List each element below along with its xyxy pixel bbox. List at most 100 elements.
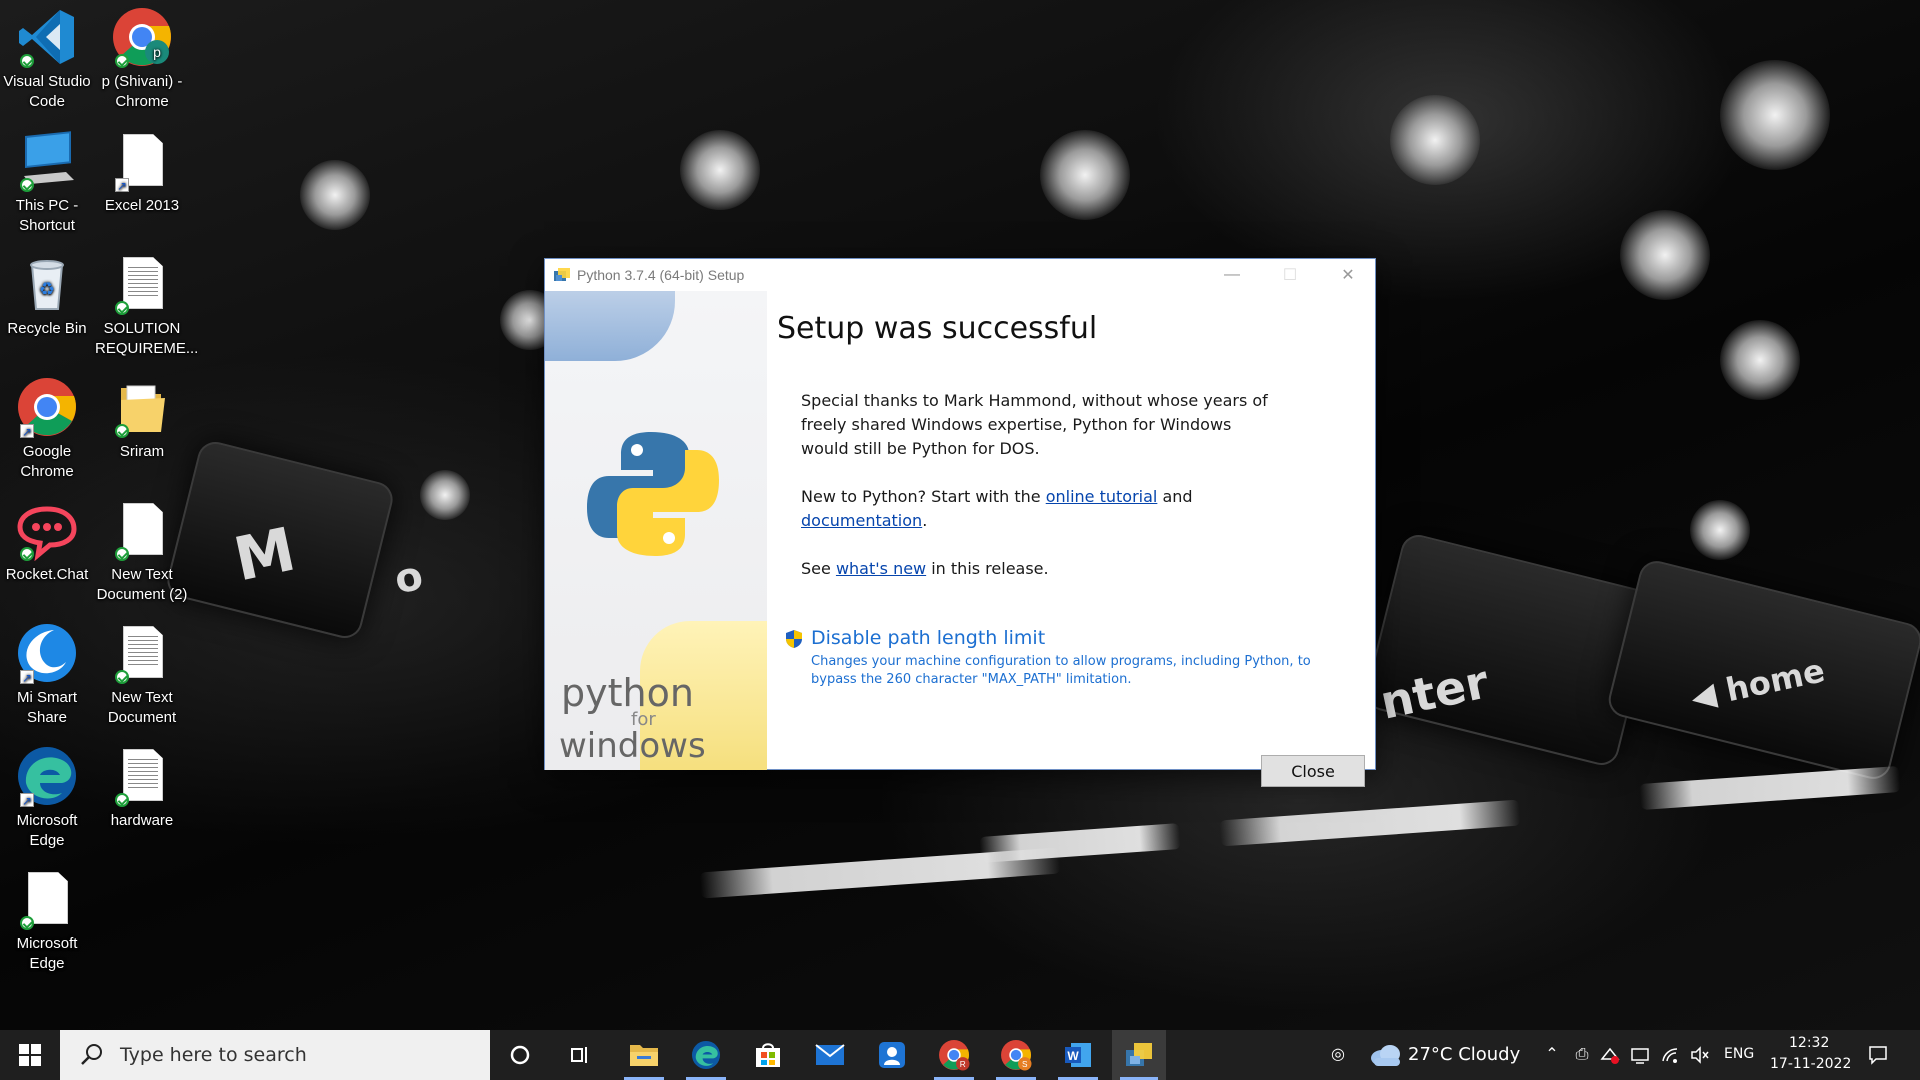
taskbar: Type here to search R S W ◎ 27°C Cloudy … [0,1030,1920,1080]
online-tutorial-link[interactable]: online tutorial [1046,487,1158,506]
disable-path-limit-link[interactable]: Disable path length limit [811,627,1045,649]
see-text: See [801,559,836,578]
desktop-icon-vscode[interactable]: Visual Studio Code [0,6,94,112]
sync-check-icon [20,547,34,561]
start-button[interactable] [0,1030,60,1080]
desktop-icon-excel-2013[interactable]: Excel 2013 [95,130,189,216]
notification-center-icon[interactable] [1868,1045,1888,1065]
wallpaper-enter-key [1362,531,1658,769]
clock-time[interactable]: 12:32 [1789,1035,1829,1051]
dialog-titlebar[interactable]: Python 3.7.4 (64-bit) Setup — ☐ ✕ [545,259,1375,291]
sync-check-icon [20,916,34,930]
desktop-icon-label: Google Chrome [20,443,74,480]
language-indicator[interactable]: ENG [1724,1046,1754,1062]
document-icon [111,130,173,196]
maximize-button: ☐ [1261,259,1319,291]
shortcut-arrow-icon [20,668,34,688]
document-icon [111,253,173,315]
desktop-icon-label: Recycle Bin [7,320,87,337]
word-icon: W [1065,1043,1091,1067]
close-window-button[interactable]: ✕ [1319,259,1377,291]
wallpaper-key-light [1690,500,1750,560]
whats-new-link[interactable]: what's new [836,559,926,578]
desktop-icon-mi-smart-share[interactable]: Mi Smart Share [0,622,94,728]
documentation-link[interactable]: documentation [801,511,922,530]
clock-date[interactable]: 17-11-2022 [1770,1056,1851,1072]
task-view-button[interactable] [552,1030,608,1080]
wifi-icon[interactable] [1660,1045,1680,1065]
sync-check-icon [115,54,129,68]
thanks-paragraph: Special thanks to Mark Hammond, without … [801,391,1268,458]
microsoft-store-icon [756,1043,780,1067]
edge-icon [691,1040,721,1070]
shortcut-arrow-icon [115,176,129,196]
desktop-icon-microsoft-edge[interactable]: Microsoft Edge [0,745,94,851]
display-icon[interactable] [1630,1045,1650,1065]
minimize-button[interactable]: — [1203,259,1261,291]
text-document-icon [111,745,173,807]
desktop-icon-label: Microsoft Edge [16,812,78,849]
close-button[interactable]: Close [1261,755,1365,787]
taskbar-microsoft-store[interactable] [740,1030,796,1080]
weather-cloud-icon[interactable] [1368,1042,1402,1068]
period-text: . [922,511,928,530]
desktop-icon-solution-requirements[interactable]: SOLUTION REQUIREME... [95,253,198,359]
desktop-icon-this-pc[interactable]: This PC - Shortcut [0,130,94,236]
dialog-side-banner: python for windows [545,291,767,770]
wallpaper-key-light [1040,130,1130,220]
desktop-icon-rocketchat[interactable]: Rocket.Chat [0,499,94,585]
svg-text:p: p [153,44,161,60]
wallpaper-key-light [680,130,760,210]
wallpaper-key-light [1720,60,1830,170]
volume-muted-icon[interactable] [1690,1045,1710,1065]
taskbar-edge[interactable] [678,1030,734,1080]
taskbar-people[interactable] [864,1030,920,1080]
desktop-icon-label: Microsoft Edge [16,935,78,972]
weather-text[interactable]: 27°C Cloudy [1408,1044,1520,1065]
file-explorer-icon [630,1045,658,1066]
maximize-icon: ☐ [1282,267,1298,284]
sync-check-icon [115,424,129,438]
cortana-circle-icon [510,1045,530,1065]
document-page-shape [123,503,163,555]
and-text: and [1157,487,1193,506]
desktop-icon-google-chrome[interactable]: Google Chrome [0,376,94,482]
wallpaper-key-light [1390,95,1480,185]
taskbar-chrome-profile-s[interactable]: S [988,1030,1044,1080]
taskbar-python-setup[interactable] [1112,1030,1166,1080]
desktop-icon-chrome-shivani[interactable]: p p (Shivani) - Chrome [95,6,189,112]
wallpaper-key-light [420,470,470,520]
python-logo-icon [587,432,719,556]
wallpaper-key-light [1620,210,1710,300]
desktop-icon-hardware[interactable]: hardware [95,745,189,831]
task-view-icon [571,1047,587,1063]
new-to-python-paragraph: New to Python? Start with the online tut… [801,485,1281,533]
chevron-up-icon[interactable]: ⌃ [1542,1045,1562,1065]
desktop-icon-label: p (Shivani) - Chrome [101,73,183,110]
wallpaper-light-strip [1639,765,1901,811]
taskbar-search-box[interactable]: Type here to search [60,1030,490,1080]
document-lines [128,267,158,297]
desktop-icon-new-text-document[interactable]: New Text Document [95,622,189,728]
svg-text:S: S [1022,1060,1028,1069]
taskbar-word[interactable]: W [1050,1030,1106,1080]
taskbar-chrome-profile-r[interactable]: R [926,1030,982,1080]
taskbar-file-explorer[interactable] [616,1030,672,1080]
desktop-icon-new-text-document-2[interactable]: New Text Document (2) [95,499,189,605]
rocketchat-icon [16,499,78,562]
desktop-icon-microsoft-edge-doc[interactable]: Microsoft Edge [0,868,94,974]
cortana-button[interactable] [492,1030,548,1080]
desktop-icon-recycle-bin[interactable]: ♻ Recycle Bin [0,253,94,339]
desktop-icon-label: Mi Smart Share [17,689,77,726]
windows-logo-icon [19,1044,41,1066]
meet-now-icon[interactable]: ◎ [1328,1045,1348,1065]
taskbar-mail[interactable] [802,1030,858,1080]
usb-icon[interactable]: ⎙ [1572,1045,1592,1065]
people-icon [879,1042,905,1068]
disable-path-limit-description: Changes your machine configuration to al… [811,654,1311,687]
network-disconnected-icon[interactable] [1600,1045,1620,1065]
dialog-heading: Setup was successful [777,311,1098,346]
search-placeholder: Type here to search [120,1044,307,1066]
banner-blue-shape [545,291,675,361]
desktop-icon-sriram[interactable]: Sriram [95,376,189,462]
